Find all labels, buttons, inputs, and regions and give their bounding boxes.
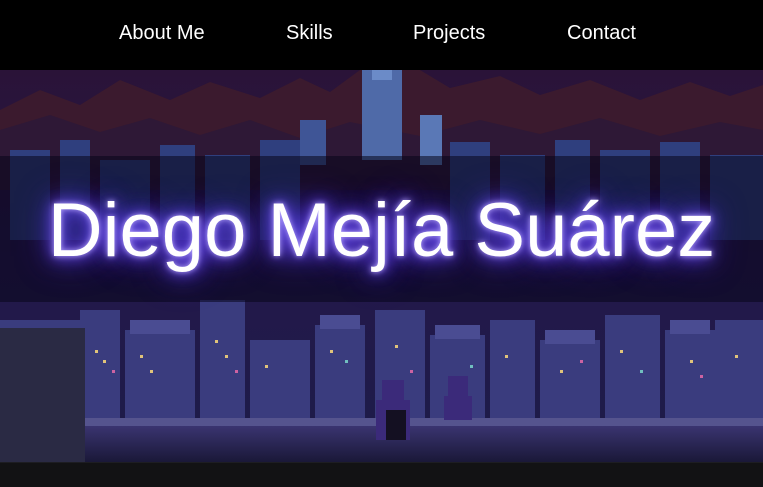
hero-banner: Diego Mejía Suárez (0, 70, 763, 462)
nav-link-about-me[interactable]: About Me (119, 20, 205, 46)
nav-link-contact[interactable]: Contact (567, 20, 636, 46)
top-nav: About Me Skills Projects Contact (0, 0, 763, 70)
nav-link-projects[interactable]: Projects (413, 20, 485, 46)
page: About Me Skills Projects Contact Diego M… (0, 0, 763, 487)
hero-title: Diego Mejía Suárez (47, 188, 716, 273)
nav-link-skills[interactable]: Skills (286, 20, 333, 46)
bottom-strip (0, 462, 763, 487)
